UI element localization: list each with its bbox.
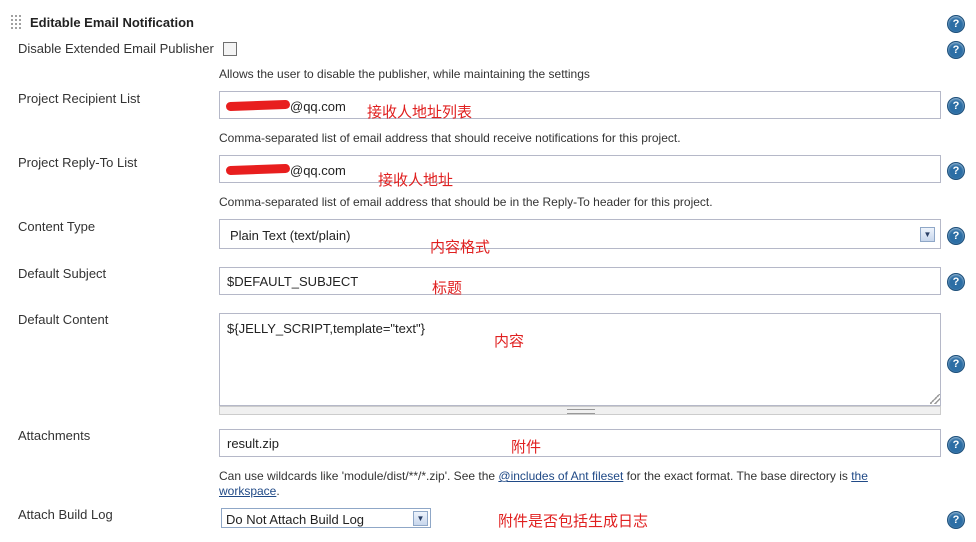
default-subject-input[interactable]: $DEFAULT_SUBJECT xyxy=(219,267,941,295)
workspace-link[interactable]: the xyxy=(851,469,868,483)
default-subject-value: $DEFAULT_SUBJECT xyxy=(227,274,359,289)
chevron-down-icon[interactable]: ▼ xyxy=(413,511,428,526)
attach-build-log-note: 附件是否包括生成日志 xyxy=(498,513,649,530)
attachments-note: 附件 xyxy=(511,439,542,456)
attachments-desc-text: for the exact format. The base directory… xyxy=(623,469,852,483)
chevron-down-icon[interactable]: ▼ xyxy=(920,227,935,242)
content-type-label: Content Type xyxy=(18,219,96,234)
attachments-desc-text: . xyxy=(276,484,280,498)
disable-publisher-checkbox[interactable] xyxy=(223,42,237,56)
content-type-selected: Plain Text (text/plain) xyxy=(230,228,351,243)
default-content-value: ${JELLY_SCRIPT,template="text"} xyxy=(227,321,425,336)
default-content-label: Default Content xyxy=(18,312,109,327)
recipient-list-value: @qq.com xyxy=(290,99,346,114)
help-icon[interactable]: ? xyxy=(947,41,965,59)
redaction-mark xyxy=(225,99,291,112)
recipient-list-note: 接收人地址列表 xyxy=(367,104,473,121)
reply-to-description: Comma-separated list of email address th… xyxy=(219,195,713,209)
default-content-textarea[interactable]: ${JELLY_SCRIPT,template="text"} xyxy=(219,313,941,406)
default-subject-note: 标题 xyxy=(432,280,463,297)
reply-to-note: 接收人地址 xyxy=(378,172,454,189)
content-type-note: 内容格式 xyxy=(430,239,491,256)
help-icon[interactable]: ? xyxy=(947,436,965,454)
help-icon[interactable]: ? xyxy=(947,273,965,291)
help-icon[interactable]: ? xyxy=(947,227,965,245)
recipient-list-description: Comma-separated list of email address th… xyxy=(219,131,681,145)
content-type-select[interactable]: Plain Text (text/plain) ▼ xyxy=(219,219,941,249)
attach-build-log-select[interactable]: Do Not Attach Build Log ▼ xyxy=(221,508,431,528)
help-icon[interactable]: ? xyxy=(947,15,965,33)
attachments-value: result.zip xyxy=(227,436,280,451)
attachments-desc-text: Can use wildcards like 'module/dist/**/*… xyxy=(219,469,499,483)
resize-corner-icon[interactable] xyxy=(930,394,940,404)
help-icon[interactable]: ? xyxy=(947,97,965,115)
redaction-mark xyxy=(225,163,291,176)
default-content-note: 内容 xyxy=(494,333,525,350)
attachments-input[interactable]: result.zip xyxy=(219,429,941,457)
help-icon[interactable]: ? xyxy=(947,355,965,373)
reply-to-value: @qq.com xyxy=(290,163,346,178)
help-icon[interactable]: ? xyxy=(947,162,965,180)
help-icon[interactable]: ? xyxy=(947,511,965,529)
recipient-list-label: Project Recipient List xyxy=(18,91,141,106)
recipient-list-input[interactable]: @qq.com xyxy=(219,91,941,119)
section-title: Editable Email Notification xyxy=(30,15,194,30)
reply-to-input[interactable]: @qq.com xyxy=(219,155,941,183)
attachments-description: Can use wildcards like 'module/dist/**/*… xyxy=(219,469,919,499)
grip-lines-icon xyxy=(567,409,595,414)
disable-publisher-description: Allows the user to disable the publisher… xyxy=(219,67,590,81)
default-subject-label: Default Subject xyxy=(18,266,107,281)
attach-build-log-selected: Do Not Attach Build Log xyxy=(226,512,365,527)
workspace-link[interactable]: workspace xyxy=(219,484,276,498)
disable-publisher-label: Disable Extended Email Publisher xyxy=(18,41,214,56)
ant-fileset-link[interactable]: @includes of Ant fileset xyxy=(498,469,623,483)
reply-to-label: Project Reply-To List xyxy=(18,155,138,170)
attach-build-log-label: Attach Build Log xyxy=(18,507,113,522)
drag-handle-icon[interactable] xyxy=(10,14,22,30)
attachments-label: Attachments xyxy=(18,428,91,443)
